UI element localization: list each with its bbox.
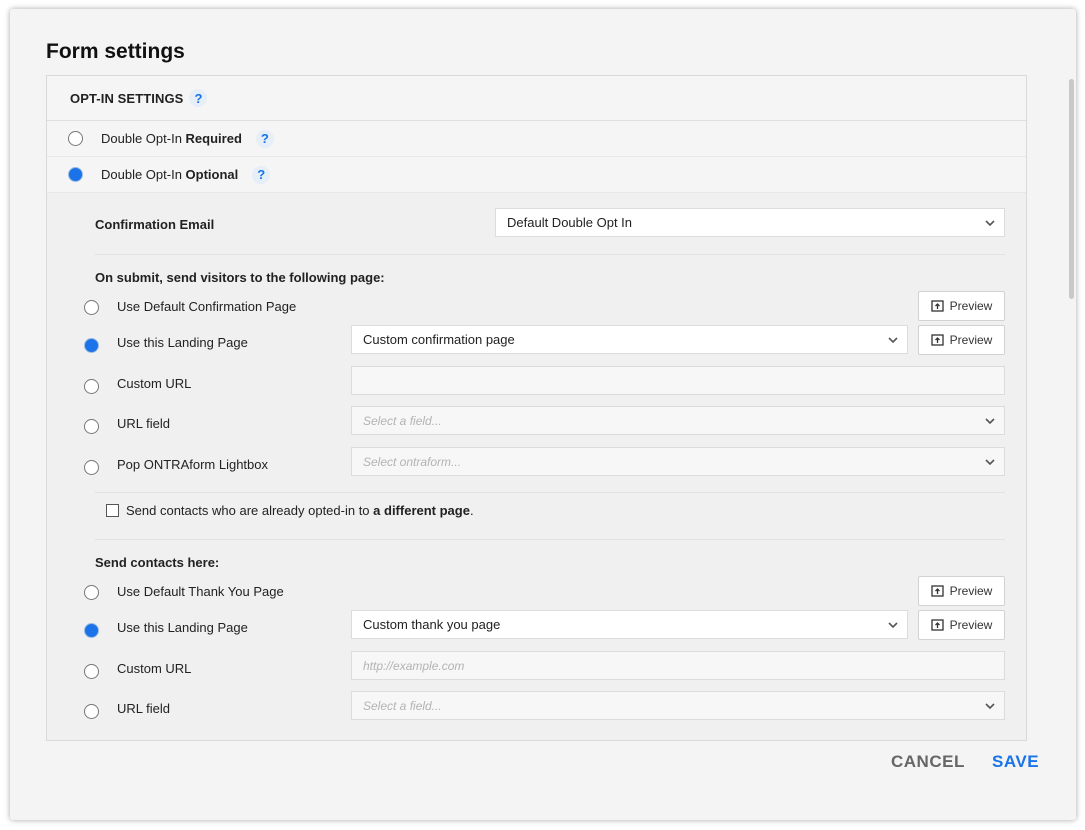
preview-icon (931, 585, 944, 597)
divider (95, 254, 1005, 255)
thank-you-custom-url-input[interactable]: http://example.com (351, 651, 1005, 680)
chevron-down-icon (985, 703, 995, 710)
thank-you-landing-select[interactable]: Custom thank you page (351, 610, 908, 639)
select-placeholder: Select a field... (363, 698, 442, 713)
opt-in-settings-header: OPT-IN SETTINGS ? (47, 76, 1026, 121)
confirmation-email-select[interactable]: Default Double Opt In (495, 208, 1005, 237)
radio-thank-you-landing-page[interactable] (84, 623, 99, 638)
already-opted-in-label: Send contacts who are already opted-in t… (126, 503, 474, 518)
form-settings-modal: Form settings OPT-IN SETTINGS ? Double O… (10, 9, 1076, 820)
preview-label: Preview (949, 584, 993, 598)
radio-ontraform-lightbox[interactable] (84, 460, 99, 475)
input-placeholder: http://example.com (363, 658, 465, 673)
confirmation-email-label: Confirmation Email (95, 217, 215, 232)
chevron-down-icon (985, 459, 995, 466)
select-placeholder: Select ontraform... (363, 454, 462, 469)
option-double-opt-in-required[interactable]: Double Opt-In Required ? (47, 121, 1026, 157)
confirmation-custom-url-input[interactable] (351, 366, 1005, 395)
preview-button[interactable]: Preview (918, 325, 1005, 355)
confirmation-landing-select[interactable]: Custom confirmation page (351, 325, 908, 354)
confirmation-email-value: Default Double Opt In (507, 215, 633, 230)
option-double-opt-in-optional[interactable]: Double Opt-In Optional ? (47, 157, 1026, 193)
select-placeholder: Select a field... (363, 413, 442, 428)
thank-you-landing-value: Custom thank you page (363, 617, 501, 632)
modal-scrollbar[interactable] (1069, 79, 1074, 299)
help-icon[interactable]: ? (189, 89, 208, 107)
radio-default-confirmation-page[interactable] (84, 300, 99, 315)
confirmation-url-field-label: URL field (117, 416, 170, 431)
on-submit-heading: On submit, send visitors to the followin… (95, 270, 385, 285)
radio-default-thank-you-page[interactable] (84, 585, 99, 600)
preview-icon (931, 334, 944, 346)
radio-confirmation-landing-page[interactable] (84, 338, 99, 353)
help-icon[interactable]: ? (255, 129, 274, 148)
preview-label: Preview (949, 299, 993, 313)
cancel-button[interactable]: CANCEL (891, 752, 965, 772)
chevron-down-icon (888, 622, 898, 629)
option-label: Double Opt-In Optional (101, 167, 239, 182)
lightbox-label: Pop ONTRAform Lightbox (117, 457, 269, 472)
opt-in-settings-panel: OPT-IN SETTINGS ? Double Opt-In Required… (46, 75, 1027, 741)
preview-icon (931, 619, 944, 631)
confirmation-custom-url-label: Custom URL (117, 376, 192, 391)
save-button[interactable]: SAVE (992, 752, 1039, 772)
confirmation-url-field-select[interactable]: Select a field... (351, 406, 1005, 435)
divider (95, 539, 1005, 540)
default-thank-you-label: Use Default Thank You Page (117, 584, 284, 599)
default-confirmation-label: Use Default Confirmation Page (117, 299, 297, 314)
chevron-down-icon (985, 418, 995, 425)
preview-icon (931, 300, 944, 312)
radio-double-opt-in-optional[interactable] (68, 167, 83, 182)
radio-thank-you-custom-url[interactable] (84, 664, 99, 679)
divider (95, 492, 1005, 493)
lightbox-select[interactable]: Select ontraform... (351, 447, 1005, 476)
thank-you-url-field-label: URL field (117, 701, 170, 716)
confirmation-landing-value: Custom confirmation page (363, 332, 515, 347)
modal-title: Form settings (46, 40, 185, 63)
already-opted-in-checkbox[interactable] (106, 504, 119, 517)
help-icon[interactable]: ? (252, 165, 271, 184)
radio-double-opt-in-required[interactable] (68, 131, 83, 146)
thank-you-landing-label: Use this Landing Page (117, 620, 248, 635)
preview-label: Preview (949, 333, 993, 347)
thank-you-custom-url-label: Custom URL (117, 661, 192, 676)
chevron-down-icon (985, 220, 995, 227)
radio-thank-you-url-field[interactable] (84, 704, 99, 719)
chevron-down-icon (888, 337, 898, 344)
preview-button[interactable]: Preview (918, 610, 1005, 640)
thank-you-url-field-select[interactable]: Select a field... (351, 691, 1005, 720)
opt-in-settings-heading: OPT-IN SETTINGS (70, 90, 184, 106)
option-label: Double Opt-In Required (101, 131, 242, 146)
radio-confirmation-custom-url[interactable] (84, 379, 99, 394)
confirmation-landing-label: Use this Landing Page (117, 335, 248, 350)
preview-button[interactable]: Preview (918, 576, 1005, 606)
preview-button[interactable]: Preview (918, 291, 1005, 321)
preview-label: Preview (949, 618, 993, 632)
send-contacts-heading: Send contacts here: (95, 555, 220, 570)
radio-confirmation-url-field[interactable] (84, 419, 99, 434)
